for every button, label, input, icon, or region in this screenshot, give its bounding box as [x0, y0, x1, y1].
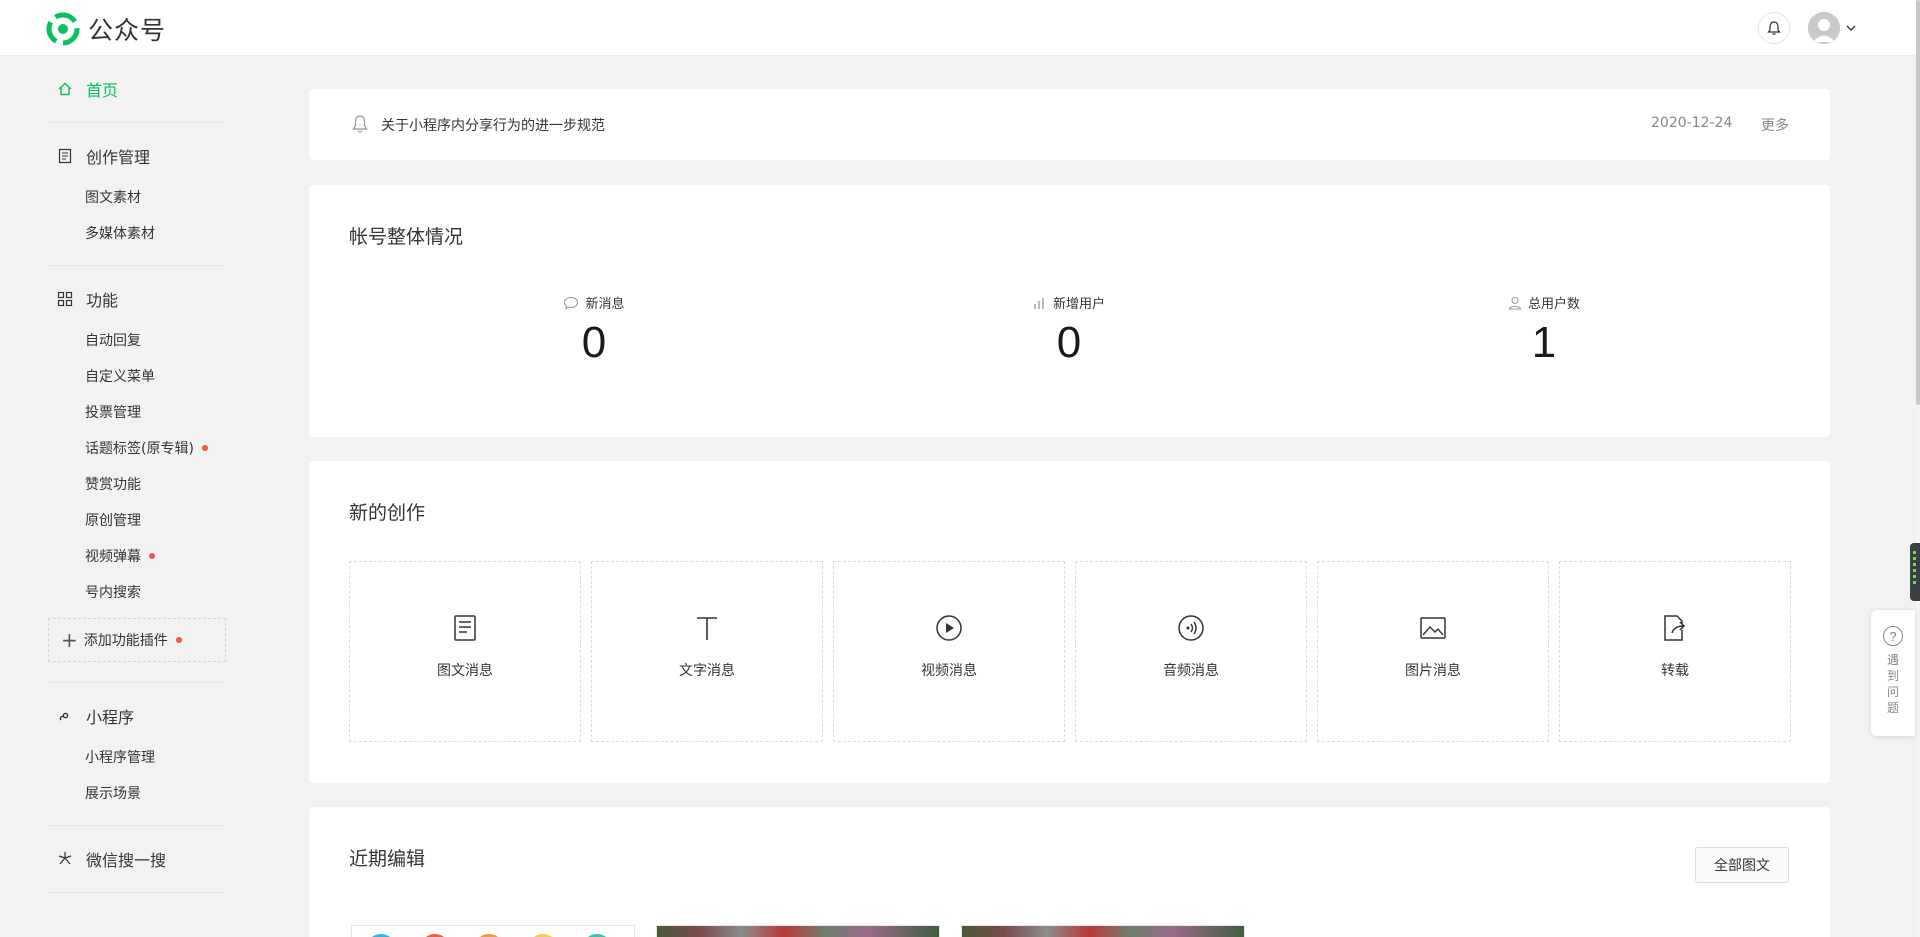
video-play-icon	[935, 614, 963, 642]
stat-value: 0	[581, 318, 607, 367]
notification-bell-button[interactable]	[1758, 12, 1790, 44]
logo[interactable]: 公众号	[46, 11, 166, 47]
sidebar-item-label: 视频弹幕	[85, 549, 141, 565]
question-icon: ?	[1883, 626, 1903, 646]
sparkle-icon	[56, 850, 74, 868]
sidebar-item-in-account-search[interactable]: 号内搜索	[48, 574, 226, 610]
bell-icon	[1767, 21, 1781, 35]
text-icon	[695, 614, 719, 642]
wechat-logo-icon	[46, 12, 80, 46]
create-label: 音频消息	[1163, 663, 1219, 679]
sidebar-item-label: 首页	[86, 81, 119, 100]
app-name: 公众号	[88, 16, 167, 45]
sidebar-item-auto-reply[interactable]: 自动回复	[48, 322, 226, 358]
plus-icon: +	[61, 628, 78, 652]
user-icon	[1508, 296, 1522, 310]
top-bar: 公众号	[0, 0, 1916, 56]
stat-label: 新增用户	[1052, 297, 1105, 312]
audio-icon	[1177, 614, 1205, 642]
sidebar-item-video-danmaku[interactable]: 视频弹幕	[48, 538, 226, 574]
create-repost-button[interactable]: 转载	[1559, 561, 1791, 742]
new-badge-dot	[175, 637, 182, 643]
account-overview-card: 帐号整体情况 新消息 0 新增用户 0 总用户数 1	[309, 185, 1830, 437]
notice-card: 关于小程序内分享行为的进一步规范 2020-12-24 更多	[309, 89, 1830, 160]
chat-icon	[563, 296, 579, 310]
scrollbar-thumb[interactable]	[1916, 0, 1920, 405]
sidebar-item-media-materials[interactable]: 多媒体素材	[48, 215, 226, 251]
home-icon	[56, 80, 74, 98]
create-label: 图片消息	[1405, 663, 1461, 679]
create-video-button[interactable]: 视频消息	[833, 561, 1065, 742]
link-icon	[56, 707, 74, 725]
sidebar-item-wechat-search[interactable]: 微信搜一搜	[48, 826, 226, 892]
create-label: 图文消息	[437, 663, 493, 679]
sidebar-item-reward[interactable]: 赞赏功能	[48, 466, 226, 502]
create-audio-button[interactable]: 音频消息	[1075, 561, 1307, 742]
section-title: 新的创作	[349, 502, 426, 524]
create-label: 转载	[1661, 663, 1689, 679]
sidebar-section-home: 首页	[48, 56, 226, 123]
stat-total-users[interactable]: 总用户数 1	[1444, 293, 1644, 368]
image-icon	[1419, 614, 1447, 642]
notice-more-link[interactable]: 更多	[1761, 115, 1789, 135]
recent-draft-thumbnail[interactable]	[656, 925, 940, 937]
stat-value: 0	[1056, 318, 1082, 367]
recent-edits-card: 近期编辑 全部图文	[309, 807, 1830, 937]
sidebar-section-features: 功能 自动回复 自定义菜单 投票管理 话题标签(原专辑) 赞赏功能 原创管理 视…	[48, 266, 226, 683]
repost-icon	[1662, 614, 1688, 642]
sidebar-section-miniprogram: 小程序 小程序管理 展示场景	[48, 683, 226, 826]
bar-chart-icon	[1033, 296, 1047, 310]
new-badge-dot	[201, 445, 208, 451]
chevron-down-icon	[1846, 25, 1856, 31]
side-tool-tab[interactable]	[1910, 543, 1920, 601]
create-article-button[interactable]: 图文消息	[349, 561, 581, 742]
sidebar-item-miniprogram-manage[interactable]: 小程序管理	[48, 739, 226, 775]
sidebar-item-display-scenes[interactable]: 展示场景	[48, 775, 226, 811]
stat-new-users[interactable]: 新增用户 0	[969, 293, 1169, 368]
account-menu[interactable]	[1808, 12, 1856, 44]
sidebar-item-original[interactable]: 原创管理	[48, 502, 226, 538]
sidebar-item-label: 功能	[86, 291, 119, 310]
sidebar-item-label: 小程序	[86, 708, 135, 727]
all-articles-button[interactable]: 全部图文	[1695, 847, 1789, 883]
stat-label: 总用户数	[1527, 297, 1580, 312]
sidebar: 首页 创作管理 图文素材 多媒体素材 功能 自动回复 自定义菜单 投票管理 话题…	[48, 56, 226, 893]
new-badge-dot	[149, 553, 155, 559]
sidebar-item-custom-menu[interactable]: 自定义菜单	[48, 358, 226, 394]
help-label: 遇到问题	[1887, 653, 1900, 715]
sidebar-item-label: 微信搜一搜	[86, 851, 167, 870]
sidebar-item-label: 创作管理	[86, 148, 151, 167]
help-button[interactable]: ? 遇到问题	[1871, 610, 1915, 736]
avatar	[1808, 12, 1840, 44]
recent-draft-thumbnail[interactable]	[961, 925, 1245, 937]
notice-link[interactable]: 关于小程序内分享行为的进一步规范	[381, 115, 605, 135]
document-icon	[56, 147, 74, 165]
grid-icon	[56, 290, 74, 308]
sidebar-item-article-materials[interactable]: 图文素材	[48, 179, 226, 215]
add-plugin-button[interactable]: + 添加功能插件	[48, 618, 226, 662]
sidebar-item-home[interactable]: 首页	[48, 56, 226, 122]
sidebar-section-search: 微信搜一搜	[48, 826, 226, 893]
creation-options: 图文消息 文字消息 视频消息 音频消息 图片消息 转载	[349, 561, 1791, 742]
notice-date: 2020-12-24	[1651, 115, 1733, 131]
create-label: 视频消息	[921, 663, 977, 679]
bell-icon	[352, 115, 368, 133]
section-title: 帐号整体情况	[349, 226, 464, 248]
stat-value: 1	[1531, 318, 1557, 367]
create-text-button[interactable]: 文字消息	[591, 561, 823, 742]
user-avatar-icon	[1808, 12, 1840, 44]
section-title: 近期编辑	[349, 848, 426, 870]
sidebar-item-topic-tags[interactable]: 话题标签(原专辑)	[48, 430, 226, 466]
create-image-button[interactable]: 图片消息	[1317, 561, 1549, 742]
sidebar-item-label: 话题标签(原专辑)	[85, 441, 194, 457]
stat-label: 新消息	[585, 297, 625, 312]
create-label: 文字消息	[679, 663, 735, 679]
stat-new-messages[interactable]: 新消息 0	[494, 293, 694, 368]
add-plugin-label: 添加功能插件	[83, 633, 168, 649]
sidebar-item-vote[interactable]: 投票管理	[48, 394, 226, 430]
article-icon	[453, 614, 477, 642]
sidebar-section-creation: 创作管理 图文素材 多媒体素材	[48, 123, 226, 266]
new-creation-card: 新的创作 图文消息 文字消息 视频消息 音频消息 图片消息 转载	[309, 461, 1830, 783]
recent-draft-thumbnail[interactable]	[351, 925, 635, 937]
